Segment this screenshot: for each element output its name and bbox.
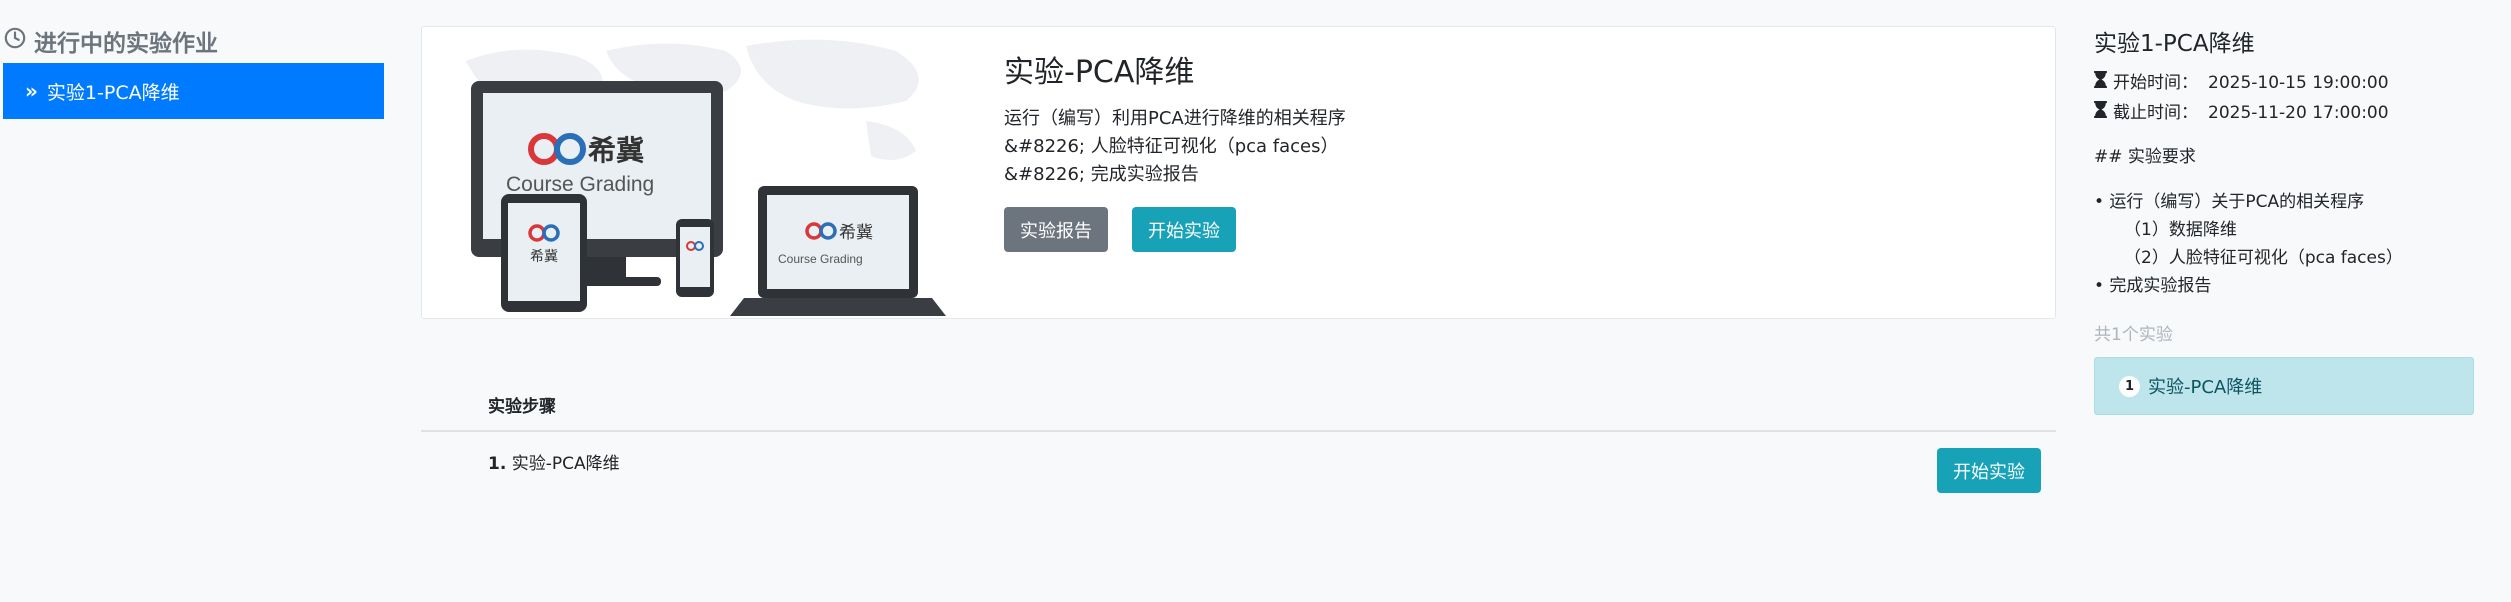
svg-text:Course Grading: Course Grading bbox=[778, 252, 863, 266]
step-label: 实验-PCA降维 bbox=[511, 454, 620, 474]
sidebar-item-label: 实验1-PCA降维 bbox=[46, 81, 180, 104]
requirements-heading: ## 实验要求 bbox=[2094, 147, 2196, 167]
start-time-label: 开始时间： bbox=[2113, 73, 2198, 93]
course-grading-devices-image: 希冀 Course Grading 希冀 希冀 Course Grading bbox=[426, 31, 966, 316]
step-start-experiment-button[interactable]: 开始实验 bbox=[1937, 448, 2041, 493]
double-chevron-right-icon: » bbox=[25, 79, 38, 103]
svg-text:希冀: 希冀 bbox=[530, 248, 558, 264]
card-button-row: 实验报告 开始实验 bbox=[1004, 207, 1346, 252]
hourglass-icon bbox=[2094, 68, 2113, 98]
end-time-row: 截止时间： 2025-11-20 17:00:00 bbox=[2094, 98, 2474, 128]
experiment-info-panel: 实验1-PCA降维 开始时间： 2025-10-15 19:00:00 截止时间… bbox=[2094, 24, 2474, 415]
step-row: 1. 实验-PCA降维 bbox=[488, 449, 620, 474]
lab-report-button[interactable]: 实验报告 bbox=[1004, 207, 1108, 252]
start-experiment-button[interactable]: 开始实验 bbox=[1132, 207, 1236, 252]
start-time-value: 2025-10-15 19:00:00 bbox=[2208, 73, 2389, 93]
logo-text: 希冀 bbox=[588, 135, 644, 166]
experiment-count: 共1个实验 bbox=[2094, 325, 2173, 345]
card-title: 实验-PCA降维 bbox=[1004, 55, 1195, 90]
sidebar-item-pca[interactable]: » 实验1-PCA降维 bbox=[3, 63, 384, 119]
end-time-value: 2025-11-20 17:00:00 bbox=[2208, 103, 2389, 123]
svg-text:希冀: 希冀 bbox=[839, 223, 873, 242]
card-description-line: &#8226; 人脸特征可视化（pca faces） bbox=[1004, 136, 1339, 157]
experiment-number-badge: 1 bbox=[2119, 375, 2140, 397]
requirement-subitem: （2）人脸特征可视化（pca faces） bbox=[2124, 248, 2403, 268]
card-description-line: 运行（编写）利用PCA进行降维的相关程序 bbox=[1004, 108, 1346, 129]
requirement-item: • 完成实验报告 bbox=[2094, 276, 2212, 296]
requirement-item: • 运行（编写）关于PCA的相关程序 bbox=[2094, 192, 2365, 212]
requirements-list: • 运行（编写）关于PCA的相关程序 （1）数据降维 （2）人脸特征可视化（pc… bbox=[2094, 188, 2474, 300]
sidebar-title: 进行中的实验作业 bbox=[4, 24, 218, 58]
card-description-line: &#8226; 完成实验报告 bbox=[1004, 164, 1199, 185]
logo-sub-text: Course Grading bbox=[506, 173, 654, 196]
sidebar-title-text: 进行中的实验作业 bbox=[34, 31, 218, 57]
step-index: 1. bbox=[488, 454, 507, 474]
panel-title: 实验1-PCA降维 bbox=[2094, 31, 2255, 57]
hourglass-icon bbox=[2094, 98, 2113, 128]
card-body: 实验-PCA降维 运行（编写）利用PCA进行降维的相关程序 &#8226; 人脸… bbox=[1004, 47, 1346, 252]
steps-header: 实验步骤 bbox=[488, 397, 556, 417]
sidebar: 进行中的实验作业 » 实验1-PCA降维 bbox=[0, 0, 385, 602]
steps-divider bbox=[421, 430, 2056, 432]
requirement-subitem: （1）数据降维 bbox=[2124, 220, 2237, 240]
start-time-row: 开始时间： 2025-10-15 19:00:00 bbox=[2094, 68, 2474, 98]
experiment-list-item[interactable]: 1 实验-PCA降维 bbox=[2094, 357, 2474, 415]
clock-icon bbox=[4, 27, 26, 55]
experiment-card: 希冀 Course Grading 希冀 希冀 Course Grading 实… bbox=[421, 26, 2056, 319]
experiment-list-label: 实验-PCA降维 bbox=[2148, 377, 2263, 398]
end-time-label: 截止时间： bbox=[2113, 103, 2198, 123]
